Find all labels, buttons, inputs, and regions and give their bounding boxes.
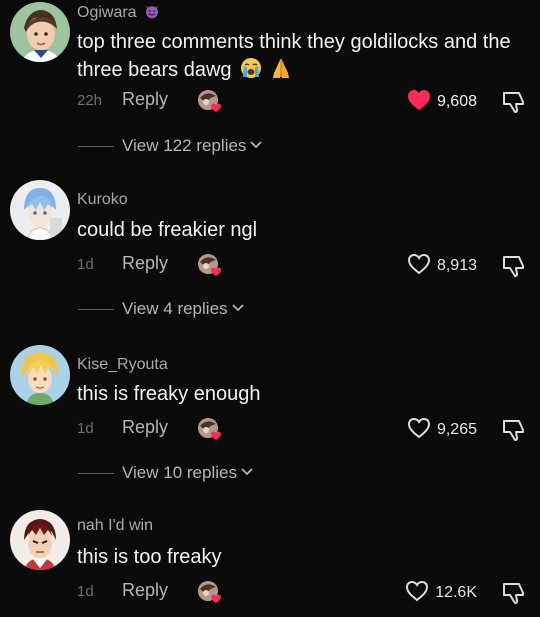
comment-text: this is too freaky (77, 546, 222, 568)
thumbs-down-icon (503, 420, 524, 441)
dislike-button[interactable] (501, 580, 527, 606)
comment-timestamp: 1d (77, 420, 94, 437)
view-replies-button[interactable]: View 122 replies (78, 135, 263, 157)
chevron-down-icon (231, 300, 245, 318)
smiling-devil-icon (144, 3, 160, 24)
avatar[interactable] (10, 345, 70, 405)
view-replies-label: View 122 replies (122, 136, 247, 155)
comment-username[interactable]: Kuroko (77, 191, 128, 209)
view-replies-button[interactable]: View 10 replies (78, 462, 254, 484)
comment-actions: 1d Reply 12.6K (77, 580, 527, 606)
view-replies-button[interactable]: View 4 replies (78, 298, 245, 320)
comment-timestamp: 22h (77, 92, 103, 109)
view-replies-label: View 4 replies (122, 299, 228, 318)
divider (78, 472, 114, 474)
avatar[interactable] (10, 2, 70, 62)
reply-button[interactable]: Reply (122, 417, 168, 438)
comment-username[interactable]: Ogiwara (77, 3, 160, 24)
creator-liked-avatar-icon (197, 253, 223, 277)
thumbs-down-icon (503, 583, 524, 604)
thumbs-down-icon (503, 256, 524, 277)
comment-text-content: top three comments think they goldilocks… (77, 31, 511, 81)
dislike-button[interactable] (501, 417, 527, 443)
like-count: 9,608 (436, 93, 477, 110)
comment-actions: 1d Reply 9,265 (77, 417, 527, 443)
like-button[interactable]: 9,608 (407, 89, 477, 115)
chevron-down-icon (249, 137, 263, 155)
comment-username[interactable]: nah I'd win (77, 517, 153, 535)
comment-timestamp: 1d (77, 583, 94, 600)
reply-button[interactable]: Reply (122, 253, 168, 274)
comment-text: this is freaky enough (77, 383, 261, 405)
like-count: 9,265 (436, 421, 477, 438)
folded-hands-icon (270, 57, 292, 87)
loudly-crying-face-icon (240, 57, 262, 87)
like-button[interactable]: 12.6K (405, 580, 477, 606)
comment-timestamp: 1d (77, 256, 94, 273)
creator-liked-avatar-icon (197, 89, 223, 113)
comment-actions: 1d Reply 8,913 (77, 253, 527, 279)
comment-text: could be freakier ngl (77, 219, 258, 241)
heart-outline-icon (407, 253, 431, 280)
like-button[interactable]: 9,265 (407, 417, 477, 443)
username-text: Ogiwara (77, 4, 137, 21)
chevron-down-icon (240, 464, 254, 482)
divider (78, 145, 114, 147)
heart-outline-icon (407, 417, 431, 444)
reply-button[interactable]: Reply (122, 89, 168, 110)
divider (78, 308, 114, 310)
heart-filled-icon (407, 89, 431, 116)
creator-liked-avatar-icon (197, 417, 223, 441)
like-count: 12.6K (435, 584, 477, 601)
avatar[interactable] (10, 180, 70, 240)
comment-username[interactable]: Kise_Ryouta (77, 356, 168, 374)
dislike-button[interactable] (501, 89, 527, 115)
comment-actions: 22h Reply 9,608 (77, 89, 527, 115)
creator-liked-avatar-icon (197, 580, 223, 604)
heart-outline-icon (405, 580, 429, 607)
thumbs-down-icon (503, 92, 524, 113)
reply-button[interactable]: Reply (122, 580, 168, 601)
comment-text: top three comments think they goldilocks… (77, 28, 532, 87)
view-replies-label: View 10 replies (122, 463, 237, 482)
avatar[interactable] (10, 510, 70, 570)
like-count: 8,913 (436, 257, 477, 274)
dislike-button[interactable] (501, 253, 527, 279)
like-button[interactable]: 8,913 (407, 253, 477, 279)
